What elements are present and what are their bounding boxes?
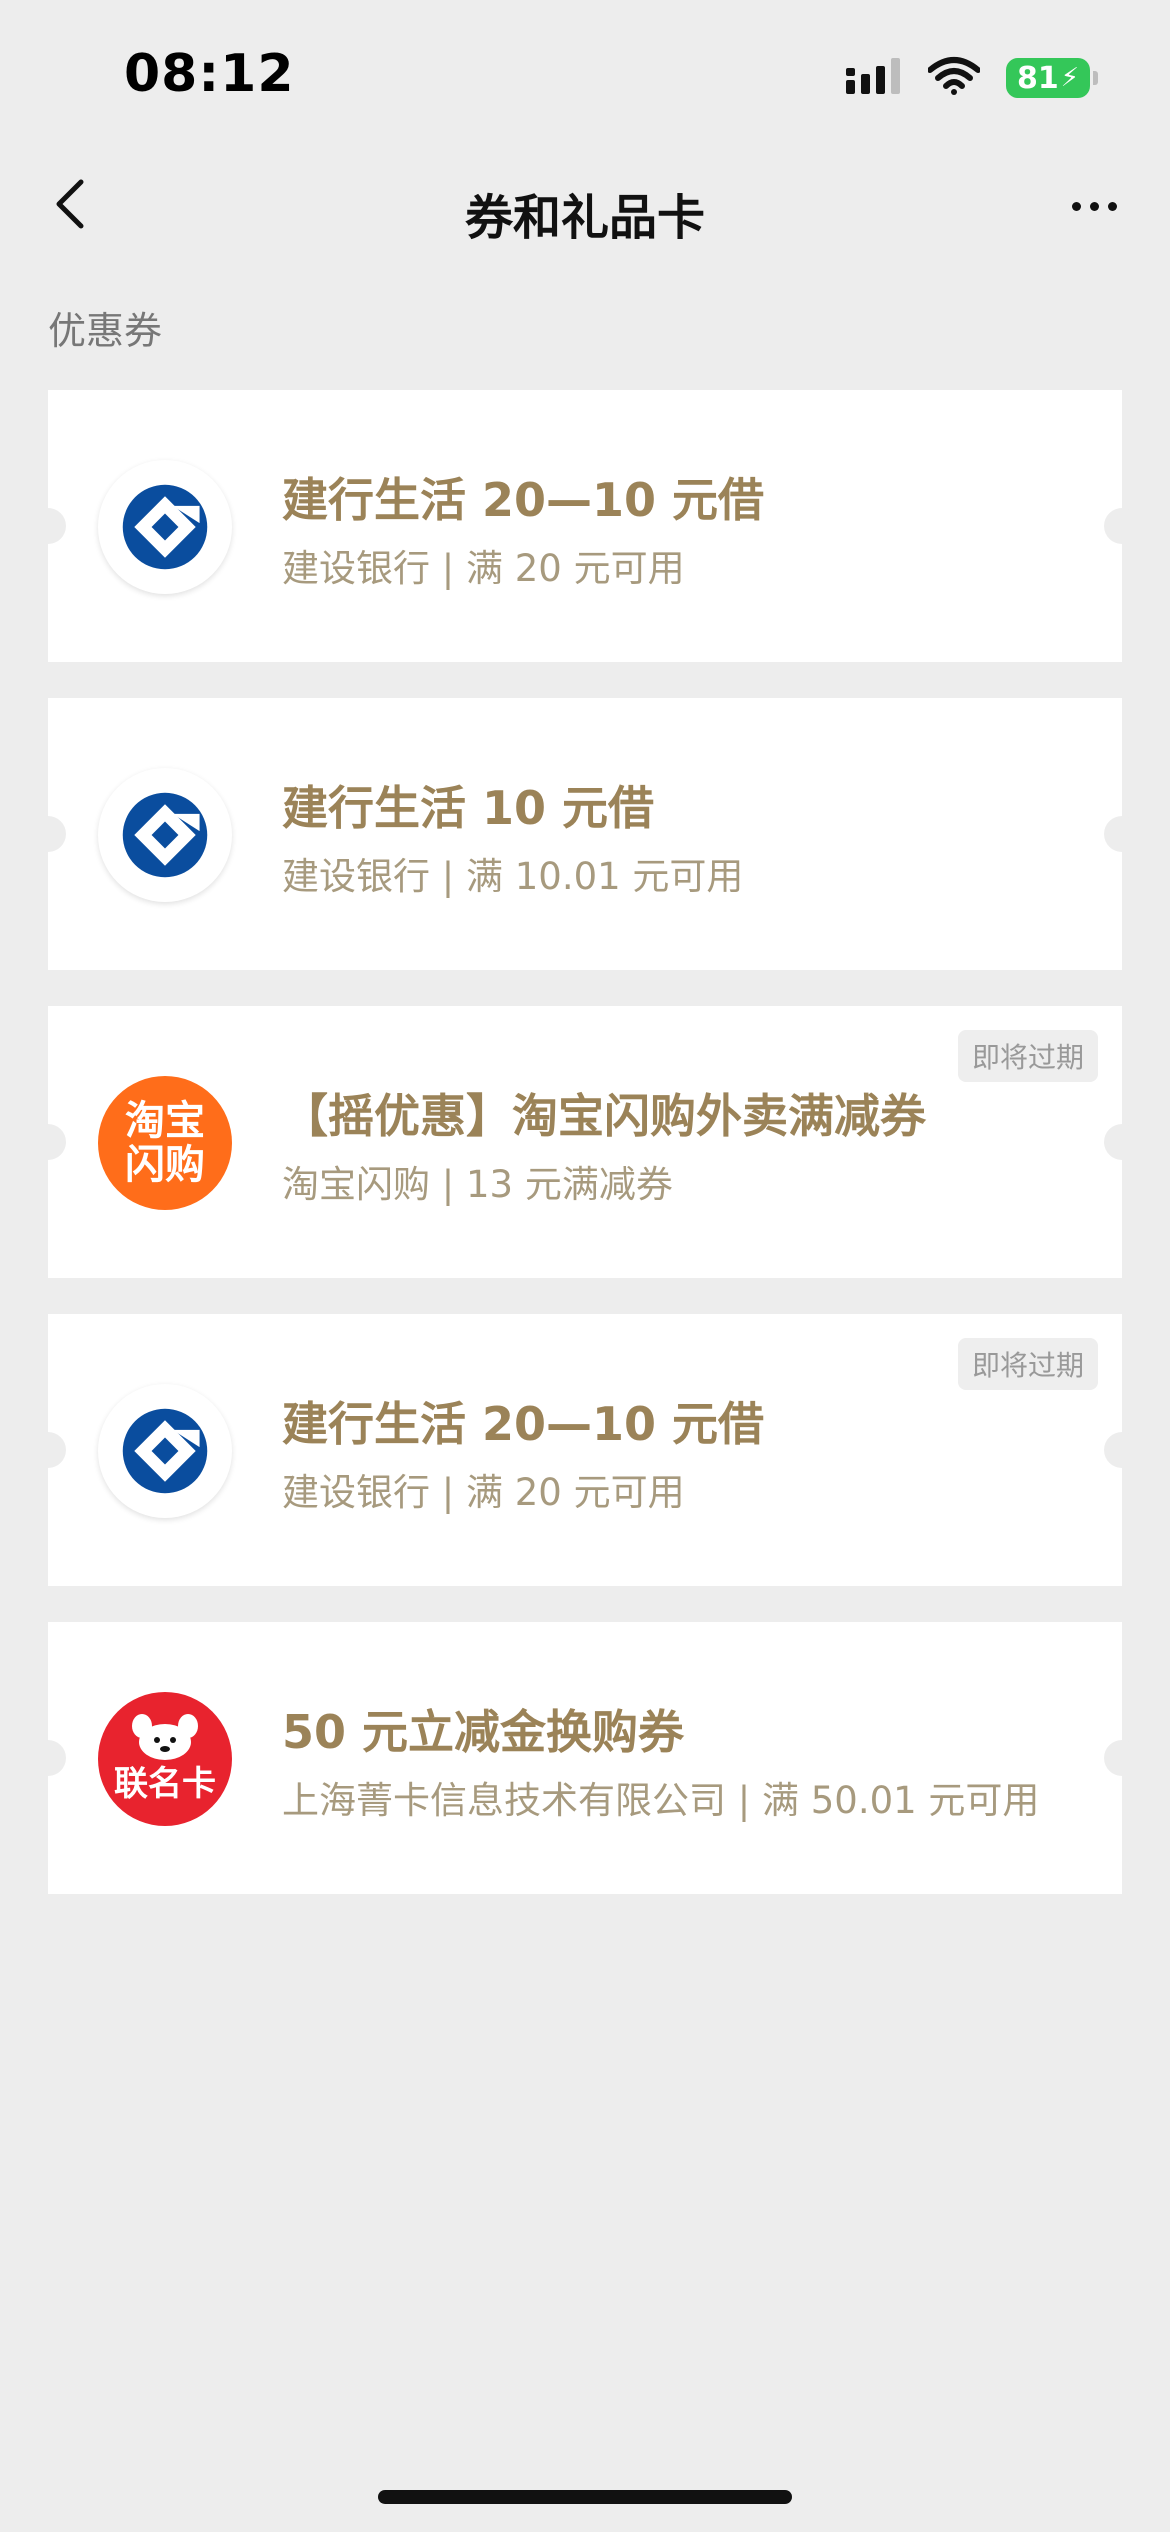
status-time: 08:12 — [124, 44, 295, 104]
coupon-card[interactable]: 即将过期 淘宝 闪购 【摇优惠】淘宝闪购外卖满减券 淘宝闪购 | 13 元满减券 — [30, 1006, 1140, 1278]
coupon-subtitle: 建设银行 | 满 20 元可用 — [282, 547, 685, 590]
battery-icon: 81 ⚡ — [1006, 58, 1098, 98]
more-button[interactable] — [1054, 176, 1134, 236]
coupon-title: 建行生活 20—10 元借 — [282, 473, 765, 527]
coupon-card[interactable]: 联名卡 50 元立减金换购券 上海菁卡信息技术有限公司 | 满 50.01 元可… — [30, 1622, 1140, 1894]
coupon-title: 建行生活 20—10 元借 — [282, 1397, 765, 1451]
status-icons: 81 ⚡ — [846, 56, 1098, 100]
battery-level: 81 — [1016, 60, 1059, 96]
coupon-subtitle: 建设银行 | 满 20 元可用 — [282, 1471, 685, 1514]
union-card-logo: 联名卡 — [98, 1692, 232, 1826]
coupon-subtitle: 建设银行 | 满 10.01 元可用 — [282, 855, 744, 898]
coupon-title: 【摇优惠】淘宝闪购外卖满减券 — [282, 1089, 926, 1143]
signal-icon — [846, 56, 902, 100]
charging-icon: ⚡ — [1060, 63, 1079, 93]
dog-mascot-icon — [132, 1713, 198, 1760]
coupon-card[interactable]: 建行生活 10 元借 建设银行 | 满 10.01 元可用 — [30, 698, 1140, 970]
coupon-title: 建行生活 10 元借 — [282, 781, 655, 835]
more-dots-icon — [1071, 201, 1081, 211]
status-bar: 08:12 81 ⚡ — [0, 0, 1170, 150]
expiring-badge: 即将过期 — [957, 1338, 1098, 1390]
coupon-card[interactable]: 即将过期 建行生活 20—10 元借 建设银行 | 满 20 元可用 — [30, 1314, 1140, 1586]
coupon-subtitle: 上海菁卡信息技术有限公司 | 满 50.01 元可用 — [282, 1779, 1040, 1822]
logo-text: 联名卡 — [114, 1763, 216, 1804]
coupon-subtitle: 淘宝闪购 | 13 元满减券 — [282, 1163, 673, 1206]
coupon-card[interactable]: 建行生活 20—10 元借 建设银行 | 满 20 元可用 — [30, 390, 1140, 662]
logo-text: 闪购 — [125, 1142, 205, 1188]
expiring-badge: 即将过期 — [957, 1030, 1098, 1082]
page-title: 券和礼品卡 — [464, 190, 705, 246]
coupon-title: 50 元立减金换购券 — [282, 1705, 685, 1759]
ccb-logo — [98, 768, 232, 902]
logo-text: 淘宝 — [125, 1098, 205, 1144]
wifi-icon — [927, 56, 981, 100]
section-label-coupons: 优惠券 — [48, 309, 163, 353]
nav-bar: 券和礼品卡 — [0, 150, 1170, 262]
home-indicator — [378, 2490, 792, 2504]
ccb-logo — [98, 1384, 232, 1518]
ccb-logo — [98, 460, 232, 594]
taobao-flash-logo: 淘宝 闪购 — [98, 1076, 232, 1210]
